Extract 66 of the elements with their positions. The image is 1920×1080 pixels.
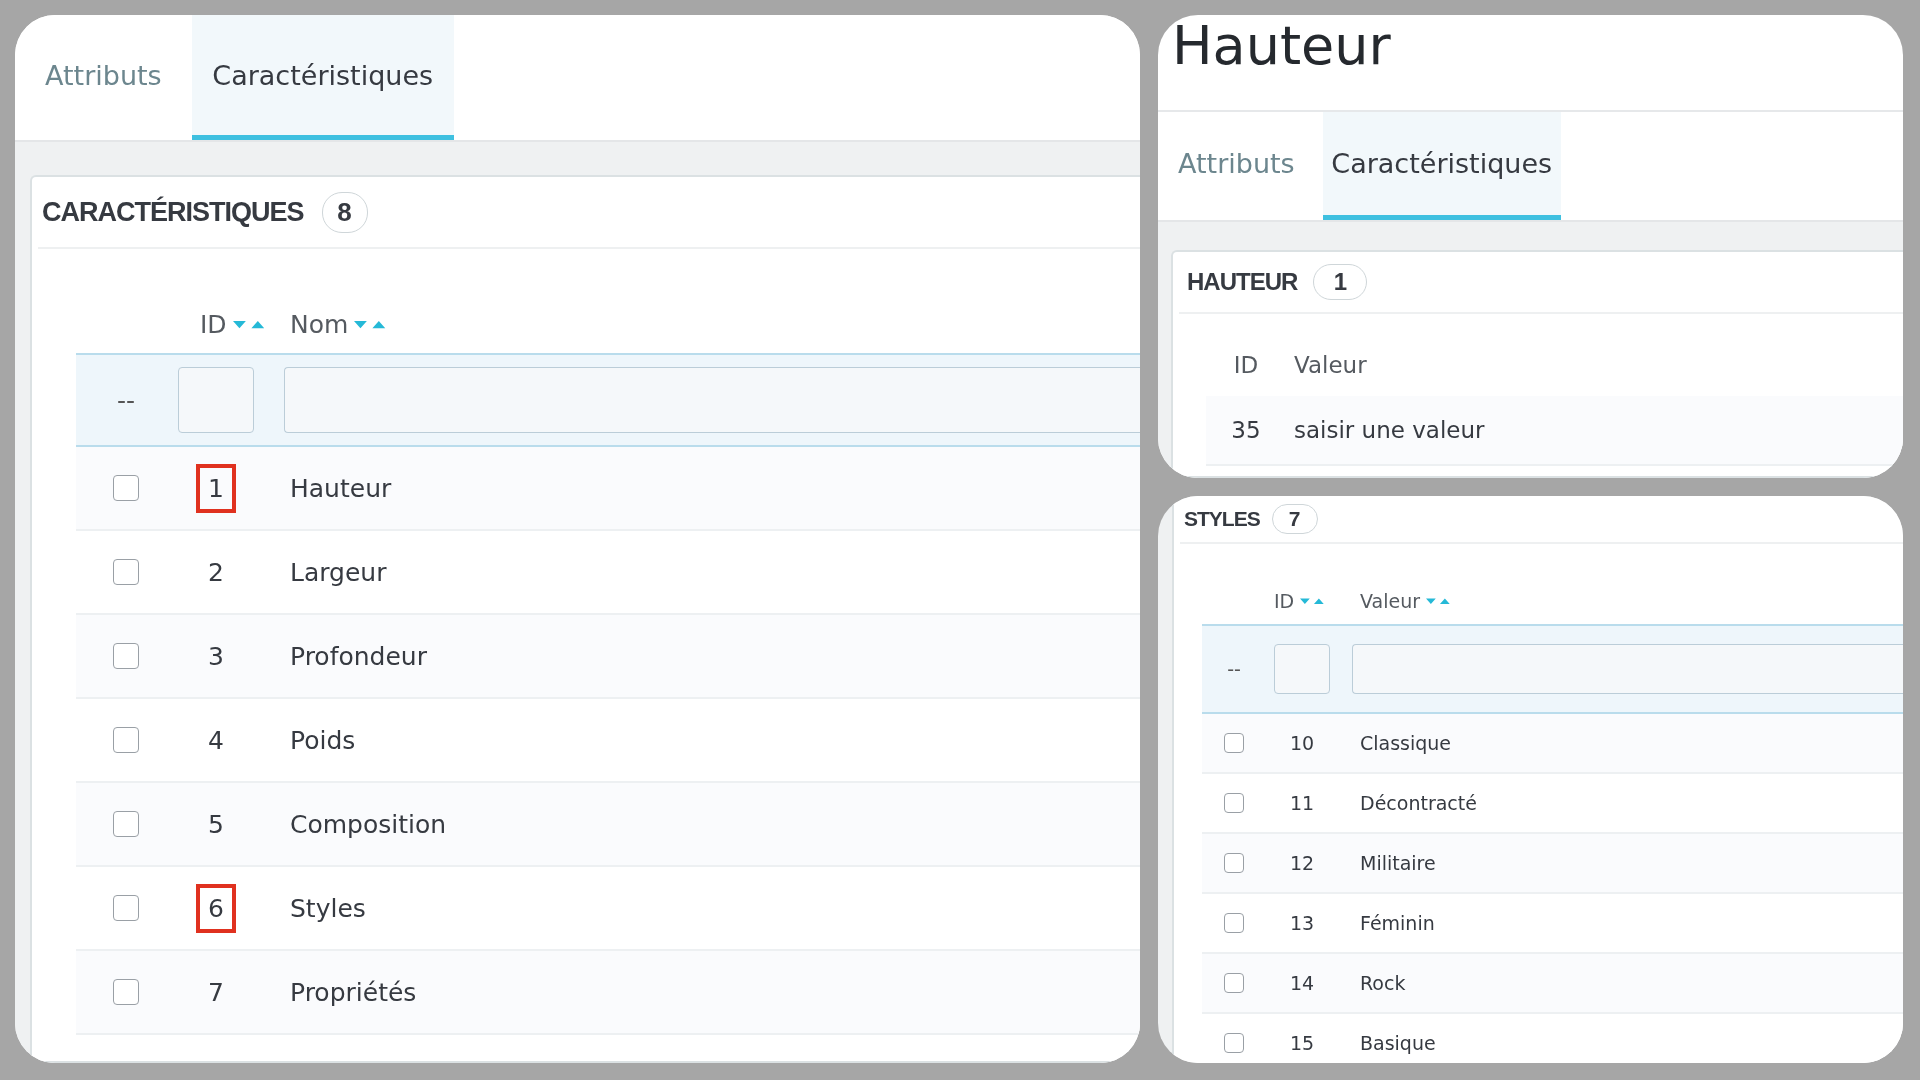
name-cell: Militaire	[1360, 852, 1436, 874]
column-header[interactable]: ID	[1274, 590, 1324, 612]
name-cell: saisir une valeur	[1294, 417, 1485, 443]
id-cell-text: 11	[1288, 791, 1316, 816]
id-cell-text: 14	[1288, 971, 1316, 996]
row-checkbox[interactable]	[1224, 913, 1244, 933]
name-cell: Décontracté	[1360, 792, 1477, 814]
row-checkbox[interactable]	[113, 979, 139, 1005]
id-cell-text: 15	[1288, 1031, 1316, 1056]
name-cell: Classique	[1360, 732, 1452, 754]
tab[interactable]: Caractéristiques	[191, 15, 454, 140]
sort-arrows-icon[interactable]	[354, 318, 386, 331]
name-filter-field[interactable]	[1352, 644, 1903, 694]
id-cell-text: 13	[1288, 911, 1316, 936]
filter-dash: --	[1227, 658, 1241, 680]
row-checkbox[interactable]	[113, 559, 139, 585]
row-checkbox[interactable]	[1224, 733, 1244, 753]
row-checkbox[interactable]	[1224, 853, 1244, 873]
row-checkbox[interactable]	[113, 895, 139, 921]
name-cell: Basique	[1360, 1032, 1436, 1054]
id-cell-text: 7	[207, 976, 225, 1009]
id-cell: 6	[196, 883, 236, 933]
row-checkbox[interactable]	[1224, 973, 1244, 993]
filter-dash: --	[116, 385, 135, 415]
sort-arrows-icon[interactable]	[1300, 596, 1324, 606]
name-cell: Hauteur	[290, 473, 392, 503]
id-cell-text: 2	[207, 556, 225, 589]
row-checkbox[interactable]	[113, 475, 139, 501]
name-cell: Profondeur	[290, 641, 427, 671]
name-cell: Propriétés	[290, 977, 417, 1007]
column-header: Valeur	[1294, 352, 1367, 378]
card-title: STYLES	[1184, 507, 1260, 531]
column-header[interactable]: Valeur	[1360, 590, 1450, 612]
tab[interactable]: Attributs	[15, 15, 192, 140]
id-cell-text: 5	[207, 808, 225, 841]
row-checkbox[interactable]	[113, 643, 139, 669]
name-filter-field[interactable]	[284, 367, 1140, 433]
name-cell: Styles	[290, 893, 366, 923]
tab[interactable]: Caractéristiques	[1322, 112, 1561, 220]
id-cell-text: 12	[1288, 851, 1316, 876]
id-cell-text: 10	[1288, 731, 1316, 756]
name-cell: Composition	[290, 809, 447, 839]
row-checkbox[interactable]	[1224, 793, 1244, 813]
tab[interactable]: Attributs	[1158, 112, 1315, 220]
id-filter-field[interactable]	[1274, 644, 1330, 694]
card-title: HAUTEUR	[1187, 268, 1298, 296]
page-title: Hauteur	[1171, 15, 1391, 77]
name-cell: Largeur	[290, 557, 387, 587]
id-cell-text: 35	[1230, 416, 1262, 445]
column-header[interactable]: ID	[200, 310, 264, 339]
row-checkbox[interactable]	[113, 811, 139, 837]
id-cell-text: 4	[207, 724, 225, 757]
column-header: ID	[1233, 352, 1259, 378]
id-cell-text: 3	[207, 640, 225, 673]
card-title: CARACTÉRISTIQUES	[42, 196, 304, 228]
row-checkbox[interactable]	[1224, 1033, 1244, 1053]
name-cell: Poids	[290, 725, 356, 755]
row-checkbox[interactable]	[113, 727, 139, 753]
sort-arrows-icon[interactable]	[232, 318, 264, 331]
sort-arrows-icon[interactable]	[1426, 596, 1450, 606]
name-cell: Féminin	[1360, 912, 1435, 934]
name-cell: Rock	[1360, 972, 1406, 994]
count-badge: 8	[321, 191, 368, 233]
id-filter-field[interactable]	[178, 367, 254, 433]
id-cell: 1	[196, 463, 236, 513]
column-header[interactable]: Nom	[290, 310, 386, 339]
